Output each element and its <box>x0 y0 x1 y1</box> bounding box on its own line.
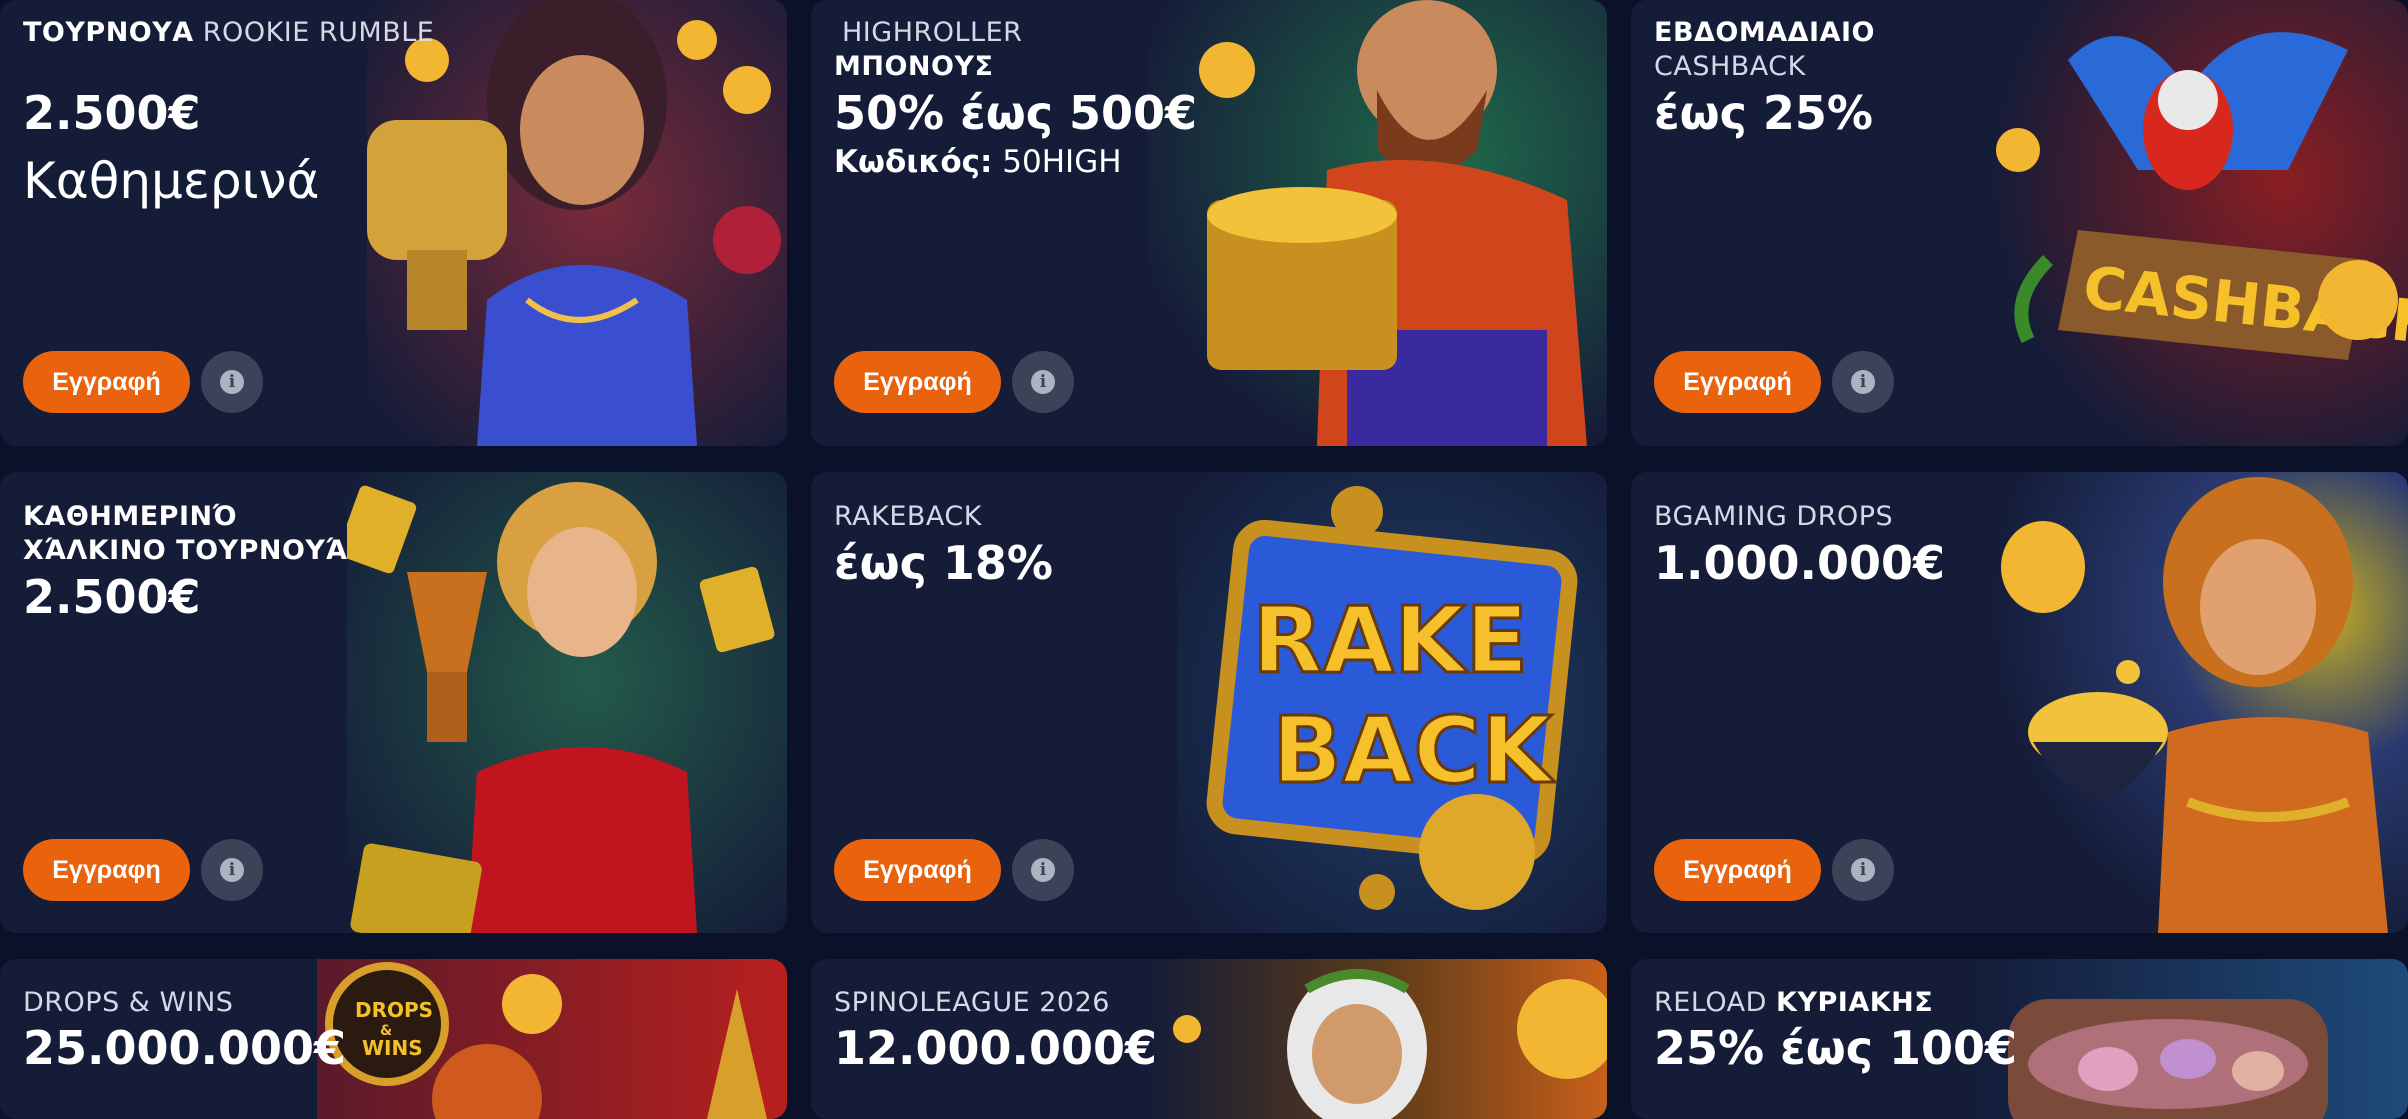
promo-title: ΚΑΘΗΜΕΡΙΝΌ ΧΆΛΚΙΝΟ ΤΟΥΡΝΟΥΆ <box>23 501 348 566</box>
promo-art-bearded-man <box>1147 0 1607 446</box>
promo-art-woman-trophy <box>367 0 787 446</box>
info-button[interactable]: i <box>201 839 263 901</box>
promo-art-drops-wins-badge: DROPS & WINS <box>317 959 787 1119</box>
promo-card-sunday-reload[interactable]: RELOAD ΚΥΡΙΑΚΗΣ 25% έως 100€ <box>1631 959 2408 1119</box>
register-button[interactable]: Εγγραφή <box>834 351 1001 413</box>
promo-card-rookie-rumble[interactable]: ΤΟΥΡΝΟΥΑ ROOKIE RUMBLE 2.500€ Καθημερινά… <box>0 0 787 446</box>
promo-amount: 1.000.000€ <box>1654 536 1946 590</box>
wins-badge-label: WINS <box>362 1036 423 1060</box>
promo-frequency: Καθημερινά <box>23 152 320 210</box>
promo-art-zeus <box>1147 959 1607 1119</box>
promo-amount: έως 25% <box>1654 86 1873 140</box>
promo-card-highroller[interactable]: HIGHROLLER ΜΠΟΝΟΥΣ 50% έως 500€ Κωδικός:… <box>811 0 1607 446</box>
info-icon: i <box>220 370 244 394</box>
promo-art-parrot-cashback: CASHBACK <box>1988 0 2408 446</box>
promo-art-rakeback-sign: RAKE BACK <box>1177 472 1607 933</box>
promo-code: Κωδικός: 50HIGH <box>834 144 1122 180</box>
promo-card-spinoleague[interactable]: SPINOLEAGUE 2026 12.000.000€ <box>811 959 1607 1119</box>
promo-amount: 2.500€ <box>23 570 201 624</box>
info-icon: i <box>1851 858 1875 882</box>
promo-title: BGAMING DROPS <box>1654 501 1894 532</box>
register-button[interactable]: Εγγραφή <box>1654 839 1821 901</box>
promo-card-weekly-cashback[interactable]: CASHBACK ΕΒΔΟΜΑΔΙΑΙΟ CASHBACK έως 25% Εγγ… <box>1631 0 2408 446</box>
promo-card-daily-bronze-tournament[interactable]: ΚΑΘΗΜΕΡΙΝΌ ΧΆΛΚΙΝΟ ΤΟΥΡΝΟΥΆ 2.500€ Εγγραφ… <box>0 472 787 933</box>
info-icon: i <box>1031 858 1055 882</box>
back-art-label: BACK <box>1272 697 1556 804</box>
promo-title: ΤΟΥΡΝΟΥΑ ROOKIE RUMBLE <box>23 17 435 48</box>
promo-art-treasure-chest <box>1968 959 2408 1119</box>
promo-art-woman-pot-of-gold <box>1968 472 2408 933</box>
drops-badge-label: DROPS <box>355 998 433 1022</box>
info-icon: i <box>1031 370 1055 394</box>
info-button[interactable]: i <box>1012 839 1074 901</box>
register-button[interactable]: Εγγραφη <box>23 839 190 901</box>
info-button[interactable]: i <box>201 351 263 413</box>
rake-art-label: RAKE <box>1252 587 1528 694</box>
info-button[interactable]: i <box>1832 351 1894 413</box>
info-icon: i <box>1851 370 1875 394</box>
promo-amount: 25.000.000€ <box>23 1021 347 1075</box>
promo-title: ΕΒΔΟΜΑΔΙΑΙΟ CASHBACK <box>1654 17 1875 82</box>
promo-card-bgaming-drops[interactable]: BGAMING DROPS 1.000.000€ Εγγραφή i <box>1631 472 2408 933</box>
promo-art-woman-red-dress <box>347 472 787 933</box>
register-button[interactable]: Εγγραφή <box>23 351 190 413</box>
promo-title: DROPS & WINS <box>23 987 234 1018</box>
promo-amount: 50% έως 500€ <box>834 86 1198 140</box>
promo-amount: 2.500€ <box>23 86 201 140</box>
promo-amount: 25% έως 100€ <box>1654 1021 2018 1075</box>
register-button[interactable]: Εγγραφή <box>834 839 1001 901</box>
promo-amount: έως 18% <box>834 536 1053 590</box>
info-button[interactable]: i <box>1832 839 1894 901</box>
register-button[interactable]: Εγγραφή <box>1654 351 1821 413</box>
promo-title: SPINOLEAGUE 2026 <box>834 987 1110 1018</box>
promo-title: HIGHROLLER ΜΠΟΝΟΥΣ <box>834 17 1023 82</box>
promo-card-drops-and-wins[interactable]: DROPS & WINS DROPS & WINS 25.000.000€ <box>0 959 787 1119</box>
info-button[interactable]: i <box>1012 351 1074 413</box>
promo-title: RELOAD ΚΥΡΙΑΚΗΣ <box>1654 987 1934 1018</box>
promo-amount: 12.000.000€ <box>834 1021 1158 1075</box>
promo-card-rakeback[interactable]: RAKE BACK RAKEBACK έως 18% Εγγραφή i <box>811 472 1607 933</box>
promo-title: RAKEBACK <box>834 501 982 532</box>
info-icon: i <box>220 858 244 882</box>
